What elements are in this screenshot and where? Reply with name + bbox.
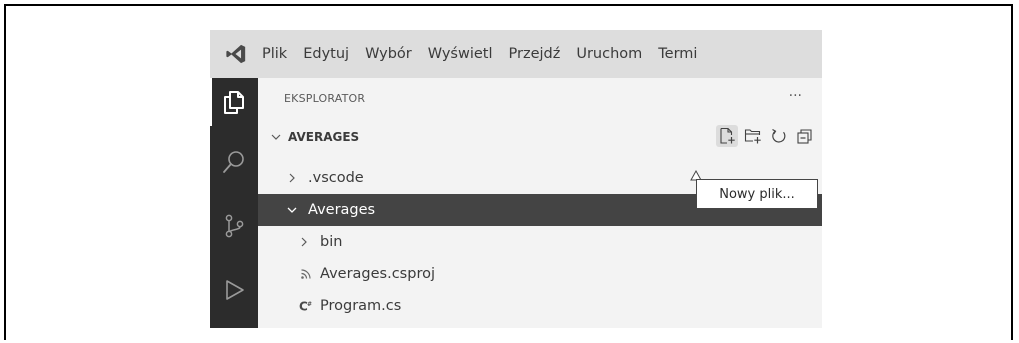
new-folder-button[interactable] bbox=[742, 125, 764, 147]
menu-bar: Plik Edytuj Wybór Wyświetl Przejdź Uruch… bbox=[210, 30, 822, 78]
tree-item-label: Program.cs bbox=[320, 298, 402, 314]
explorer-toolbar bbox=[716, 125, 816, 147]
refresh-button[interactable] bbox=[768, 125, 790, 147]
chevron-right-icon bbox=[298, 236, 314, 248]
collapse-all-icon bbox=[797, 129, 812, 144]
source-control-activity-button[interactable] bbox=[210, 202, 258, 250]
chevron-right-icon bbox=[286, 172, 302, 184]
menu-file[interactable]: Plik bbox=[262, 46, 295, 62]
vscode-logo-icon bbox=[210, 30, 262, 78]
tree-item-csproj[interactable]: Averages.csproj bbox=[258, 258, 822, 290]
activity-bar bbox=[210, 78, 258, 328]
tree-item-label: Averages.csproj bbox=[320, 266, 435, 282]
tree-item-label: bin bbox=[320, 234, 343, 250]
workspace-name: AVERAGES bbox=[288, 130, 360, 144]
tree-item-label: .vscode bbox=[308, 170, 364, 186]
new-file-icon bbox=[720, 127, 735, 144]
explorer-activity-button[interactable] bbox=[210, 78, 258, 126]
vscode-window: Plik Edytuj Wybór Wyświetl Przejdź Uruch… bbox=[210, 30, 822, 328]
svg-text:#: # bbox=[307, 301, 312, 308]
new-folder-icon bbox=[744, 129, 761, 144]
menu-go[interactable]: Przejdź bbox=[501, 46, 569, 62]
tree-item-label: Averages bbox=[308, 202, 376, 218]
tree-item-program-cs[interactable]: C # Program.cs bbox=[258, 290, 822, 322]
menu-selection[interactable]: Wybór bbox=[357, 46, 420, 62]
collapse-all-button[interactable] bbox=[794, 125, 816, 147]
menu-run[interactable]: Uruchom bbox=[568, 46, 650, 62]
more-actions-icon[interactable]: ··· bbox=[789, 88, 802, 104]
tree-item-bin[interactable]: bin bbox=[258, 226, 822, 258]
menu-view[interactable]: Wyświetl bbox=[420, 46, 501, 62]
rss-icon bbox=[298, 268, 314, 280]
menu-terminal[interactable]: Termi bbox=[650, 46, 705, 62]
run-debug-activity-button[interactable] bbox=[210, 266, 258, 314]
active-indicator bbox=[210, 78, 212, 126]
refresh-icon bbox=[772, 128, 786, 143]
chevron-down-icon bbox=[270, 131, 286, 143]
source-control-icon bbox=[225, 214, 244, 238]
run-debug-icon bbox=[226, 280, 244, 300]
menu-edit[interactable]: Edytuj bbox=[295, 46, 357, 62]
chevron-down-icon bbox=[286, 204, 302, 216]
tooltip: Nowy plik... bbox=[696, 179, 818, 209]
explorer-title: EKSPLORATOR bbox=[284, 92, 366, 105]
csharp-icon: C # bbox=[298, 299, 314, 314]
files-icon bbox=[224, 91, 244, 114]
search-icon bbox=[223, 151, 244, 173]
new-file-button[interactable] bbox=[716, 125, 738, 147]
search-activity-button[interactable] bbox=[210, 138, 258, 186]
